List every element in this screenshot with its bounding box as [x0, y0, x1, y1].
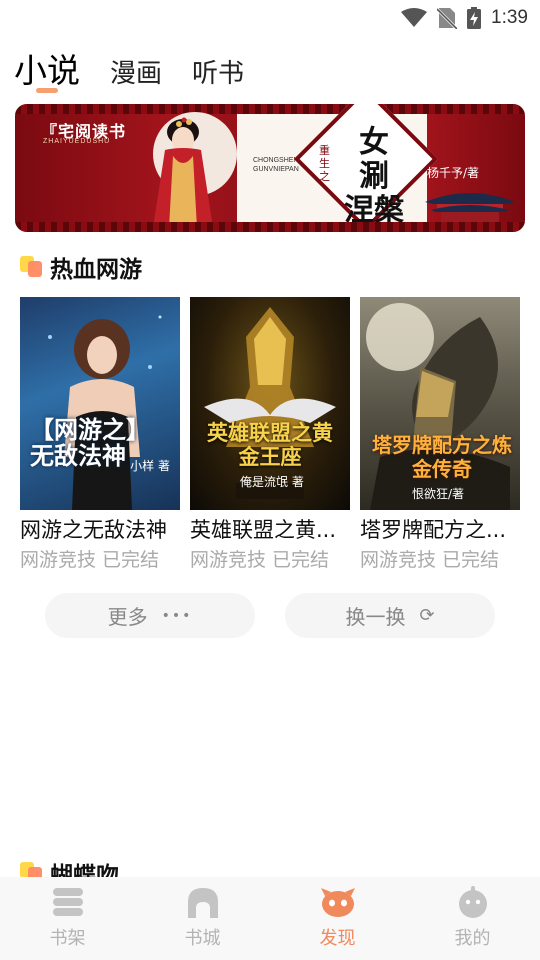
- profile-icon: [458, 886, 487, 918]
- book-card[interactable]: 英雄联盟之黄金王座 俺是流氓 著 英雄联盟之黄... 网游竞技 已完结: [190, 297, 350, 574]
- section-icon: [20, 256, 44, 278]
- banner-character-illustration: [153, 117, 213, 228]
- cover-illustration: [38, 315, 162, 510]
- bookshelf-icon: [52, 888, 83, 916]
- book-meta: 网游竞技 已完结: [190, 549, 330, 571]
- more-dots-icon: •••: [161, 607, 193, 624]
- book-title[interactable]: 网游之无敌法神: [20, 516, 180, 544]
- banner-frame-bottom: [15, 222, 525, 232]
- book-card[interactable]: 塔罗牌配方之炼金传奇 恨欲狂/著 塔罗牌配方之... 网游竞技 已完结: [360, 297, 520, 574]
- banner-frame-top: [15, 104, 525, 114]
- book-cover[interactable]: 【网游之】无敌法神 小样 著: [20, 297, 180, 510]
- book-cover[interactable]: 英雄联盟之黄金王座 俺是流氓 著: [190, 297, 350, 510]
- cover-author: 小样 著: [130, 459, 170, 473]
- wifi-icon: [401, 8, 428, 27]
- book-meta: 网游竞技 已完结: [20, 549, 160, 571]
- top-tabs: 小说 漫画 听书: [14, 44, 274, 92]
- banner-pagoda-illustration: [425, 193, 515, 222]
- nav-bookshelf[interactable]: 书架: [0, 877, 135, 960]
- discover-icon: [320, 888, 355, 917]
- nav-profile[interactable]: 我的: [405, 877, 540, 960]
- cover-author: 恨欲狂/著: [412, 487, 465, 501]
- bottom-nav: 书架 书城 发现 我的: [0, 877, 540, 960]
- promo-banner[interactable]: 『宅阅读书 ZHAIYUEDUSHU CHONGSHENGZHI GUNVNIE…: [15, 104, 525, 232]
- nav-discover[interactable]: 发现: [270, 877, 405, 960]
- nav-label: 发现: [319, 928, 356, 949]
- book-cover[interactable]: 塔罗牌配方之炼金传奇 恨欲狂/著: [360, 297, 520, 510]
- nav-label: 我的: [454, 928, 491, 949]
- refresh-button[interactable]: 换一换 ⟳: [285, 593, 495, 638]
- banner-author: 杨千予/著: [427, 166, 480, 180]
- more-button-label: 更多: [107, 605, 148, 629]
- book-meta: 网游竞技 已完结: [360, 549, 500, 571]
- tab-comic[interactable]: 漫画: [110, 53, 162, 90]
- book-title[interactable]: 英雄联盟之黄...: [190, 516, 350, 544]
- banner-title-prefix: 重生之: [319, 144, 330, 183]
- book-card[interactable]: 【网游之】无敌法神 小样 著 网游之无敌法神 网游竞技 已完结: [20, 297, 180, 574]
- section-header-rexue: 热血网游: [20, 250, 142, 284]
- status-time: 1:39: [491, 7, 528, 28]
- status-icons: 1:39: [401, 6, 528, 30]
- nav-bookstore[interactable]: 书城: [135, 877, 270, 960]
- no-sim-icon: [437, 7, 458, 29]
- refresh-icon: ⟳: [419, 605, 435, 626]
- tab-audiobook[interactable]: 听书: [192, 53, 244, 90]
- book-grid: 【网游之】无敌法神 小样 著 网游之无敌法神 网游竞技 已完结 英雄联盟之黄金王…: [20, 297, 520, 574]
- nav-label: 书城: [184, 928, 221, 949]
- bookstore-icon: [187, 888, 218, 918]
- status-bar: 1:39: [0, 0, 540, 36]
- nav-label: 书架: [49, 928, 86, 949]
- book-title[interactable]: 塔罗牌配方之...: [360, 516, 520, 544]
- cover-author: 俺是流氓 著: [240, 475, 304, 489]
- cover-title: 塔罗牌配方之炼金传奇: [372, 433, 512, 481]
- more-button[interactable]: 更多 •••: [45, 593, 255, 638]
- active-tab-indicator: [36, 88, 58, 93]
- tab-novel[interactable]: 小说: [14, 44, 80, 92]
- battery-charging-icon: [467, 7, 482, 29]
- refresh-button-label: 换一换: [345, 605, 406, 629]
- banner-brand-sub: ZHAIYUEDUSHU: [43, 138, 111, 145]
- section-title: 热血网游: [50, 257, 142, 283]
- cover-title: 英雄联盟之黄金王座: [207, 420, 333, 469]
- banner-title: 女 涮 涅槃: [344, 125, 404, 228]
